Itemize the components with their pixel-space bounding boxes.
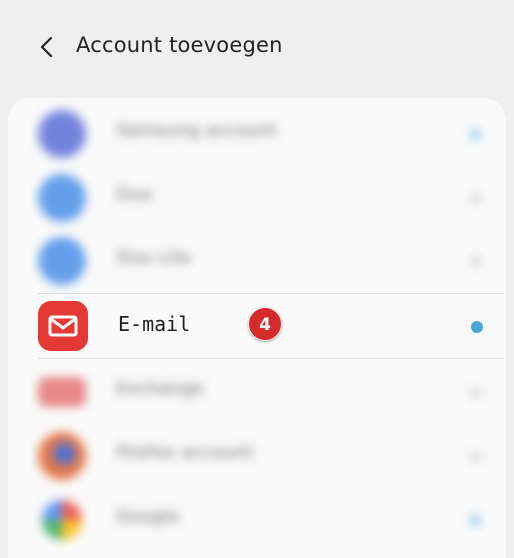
- samsung-account-icon: [38, 110, 86, 158]
- exchange-icon: [38, 377, 86, 407]
- duo-icon: [38, 174, 86, 222]
- firefox-icon: [38, 432, 86, 480]
- account-list: Samsung account Duo Duo Lite E-mail 4 Ex…: [8, 98, 506, 558]
- status-dot: [470, 515, 481, 526]
- google-icon: [42, 500, 82, 540]
- app-bar: Account toevoegen: [0, 0, 514, 98]
- status-dot: [470, 387, 481, 398]
- page-title: Account toevoegen: [76, 33, 283, 57]
- list-item-duo[interactable]: Duo: [8, 166, 506, 230]
- list-item-label: E-mail: [118, 312, 191, 336]
- list-item-label: Google: [116, 506, 180, 527]
- list-item-label: Firefox account: [116, 442, 254, 463]
- divider: [38, 358, 504, 359]
- email-envelope-icon: [38, 301, 88, 351]
- divider: [38, 293, 504, 294]
- status-dot: [470, 256, 481, 267]
- status-dot: [470, 129, 481, 140]
- chevron-left-icon[interactable]: [36, 34, 58, 60]
- status-dot: [470, 193, 481, 204]
- status-dot: [471, 321, 483, 333]
- list-item-firefox-account[interactable]: Firefox account: [8, 424, 506, 488]
- list-item-google[interactable]: Google: [8, 488, 506, 552]
- list-item-email[interactable]: E-mail 4: [8, 295, 506, 359]
- list-item-label: Exchange: [116, 378, 204, 399]
- list-item-label: Duo Lite: [116, 247, 192, 268]
- list-item-label: Duo: [116, 184, 153, 205]
- status-dot: [470, 451, 481, 462]
- list-item-exchange[interactable]: Exchange: [8, 360, 506, 424]
- list-item-samsung-account[interactable]: Samsung account: [8, 102, 506, 166]
- step-badge: 4: [248, 307, 282, 341]
- list-item-duo-lite[interactable]: Duo Lite: [8, 229, 506, 293]
- duo-lite-icon: [38, 237, 86, 285]
- list-item-label: Samsung account: [116, 120, 278, 141]
